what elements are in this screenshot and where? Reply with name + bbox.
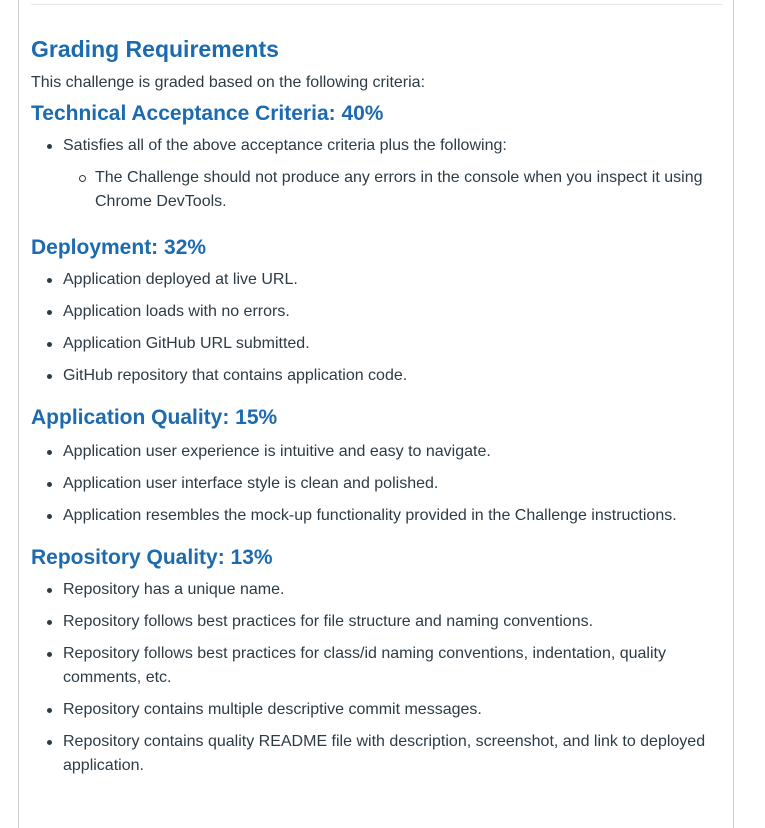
list-item: GitHub repository that contains applicat… xyxy=(31,364,721,388)
list-item: Repository has a unique name. xyxy=(31,578,721,602)
deployment-list: Application deployed at live URL. Applic… xyxy=(31,268,721,388)
repository-quality-list: Repository has a unique name. Repository… xyxy=(31,578,721,778)
bullet-icon xyxy=(47,374,52,379)
application-quality-list: Application user experience is intuitive… xyxy=(31,440,721,528)
bullet-icon xyxy=(47,278,52,283)
intro-text: This challenge is graded based on the fo… xyxy=(31,74,426,91)
sub-list-item: The Challenge should not produce any err… xyxy=(63,166,721,214)
list-item-text: Application user experience is intuitive… xyxy=(63,443,491,460)
bullet-icon xyxy=(47,450,52,455)
list-item: Repository contains quality README file … xyxy=(31,730,721,778)
technical-criteria-list: Satisfies all of the above acceptance cr… xyxy=(31,134,721,214)
list-item: Repository follows best practices for fi… xyxy=(31,610,721,634)
bullet-icon xyxy=(47,652,52,657)
list-item: Application GitHub URL submitted. xyxy=(31,332,721,356)
bullet-icon xyxy=(47,514,52,519)
sub-list-item-text: The Challenge should not produce any err… xyxy=(95,169,703,210)
section-heading-repository-quality: Repository Quality: 13% xyxy=(31,546,273,569)
list-item-text: Satisfies all of the above acceptance cr… xyxy=(63,137,507,154)
bullet-icon xyxy=(47,310,52,315)
bullet-icon xyxy=(47,740,52,745)
divider xyxy=(31,4,722,5)
bullet-icon xyxy=(47,588,52,593)
list-item-text: Repository has a unique name. xyxy=(63,581,285,598)
technical-sublist: The Challenge should not produce any err… xyxy=(63,166,721,214)
list-item: Application loads with no errors. xyxy=(31,300,721,324)
list-item-text: Repository contains quality README file … xyxy=(63,733,706,774)
list-item-text: Application deployed at live URL. xyxy=(63,271,298,288)
bullet-icon xyxy=(47,482,52,487)
list-item-text: Application resembles the mock-up functi… xyxy=(63,507,677,524)
list-item: Repository contains multiple descriptive… xyxy=(31,698,721,722)
list-item-text: Repository follows best practices for cl… xyxy=(63,645,666,686)
section-heading-technical: Technical Acceptance Criteria: 40% xyxy=(31,102,384,125)
list-item: Satisfies all of the above acceptance cr… xyxy=(31,134,721,214)
bullet-icon xyxy=(47,708,52,713)
list-item-text: Application loads with no errors. xyxy=(63,303,290,320)
list-item: Repository follows best practices for cl… xyxy=(31,642,721,690)
hollow-bullet-icon xyxy=(79,175,86,182)
list-item: Application resembles the mock-up functi… xyxy=(31,504,721,528)
list-item: Application user interface style is clea… xyxy=(31,472,721,496)
bullet-icon xyxy=(47,342,52,347)
list-item-text: Repository follows best practices for fi… xyxy=(63,613,594,630)
list-item: Application deployed at live URL. xyxy=(31,268,721,292)
section-heading-deployment: Deployment: 32% xyxy=(31,236,207,259)
list-item-text: Repository contains multiple descriptive… xyxy=(63,701,482,718)
page-title: Grading Requirements xyxy=(31,36,279,62)
section-heading-application-quality: Application Quality: 15% xyxy=(31,406,278,429)
list-item-text: Application user interface style is clea… xyxy=(63,475,439,492)
list-item-text: GitHub repository that contains applicat… xyxy=(63,367,408,384)
bullet-icon xyxy=(47,620,52,625)
bullet-icon xyxy=(47,144,52,149)
list-item: Application user experience is intuitive… xyxy=(31,440,721,464)
grading-requirements-section: Grading Requirements This challenge is g… xyxy=(31,31,721,778)
list-item-text: Application GitHub URL submitted. xyxy=(63,335,310,352)
